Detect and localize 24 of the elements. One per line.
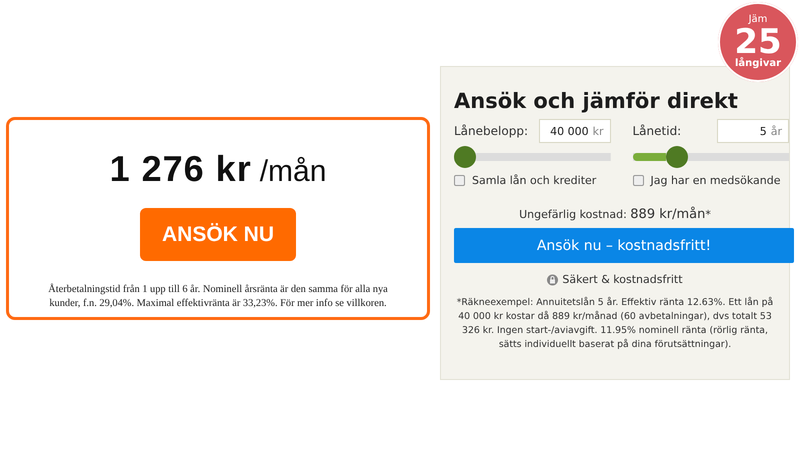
checkbox[interactable]	[454, 175, 465, 186]
example-text: *Räkneexempel: Annuitetslån 5 år. Effektiv ränta 12.63%. Ett lån på 40 000 kr kostar då 889 kr/månad (60 avbetalningar), dvs totalt 53 326 kr. Ingen start-/aviavgift. 11.95% nominell ränta (rörlig ränta, sätts individuellt baserat på dina förutsättningar).	[456, 296, 774, 352]
apply-button[interactable]: Ansök nu – kostnadsfritt!	[454, 228, 794, 263]
badge-text: långivar	[734, 59, 782, 69]
per-month-unit: /mån	[260, 155, 326, 189]
cost-label: Ungefärlig kostnad:	[519, 208, 628, 221]
badge-text: Jäm	[748, 15, 768, 25]
checkbox-label: Jag har en medsökande	[650, 174, 780, 187]
terms-text: Återbetalningstid från 1 upp till 6 år. Nominell årsränta är den samma för alla nya kunder, f.n. 29,04%. Maximal effektivränta är 33,23%. För mer info se villkoren.	[47, 283, 389, 310]
form-title: Ansök och jämför direkt	[454, 89, 738, 113]
lock-icon	[547, 274, 558, 286]
checkbox-label: Samla lån och krediter	[472, 174, 596, 187]
input-field[interactable]: 5 år	[717, 119, 789, 143]
field-label: Lånebelopp:	[454, 124, 528, 138]
checkbox[interactable]	[632, 175, 644, 186]
input-field[interactable]: 40 000 kr	[538, 119, 610, 143]
cost-value: 889 kr/mån	[630, 207, 706, 222]
monthly-amount: 1 276 kr	[110, 148, 252, 190]
slider-fill	[632, 153, 666, 161]
footnote-mark: *	[705, 208, 711, 221]
security-note: Säkert & kostnadsfritt	[562, 273, 683, 286]
slider-thumb[interactable]	[666, 146, 688, 168]
slider-thumb[interactable]	[454, 146, 476, 168]
field-label: Lånetid:	[632, 124, 682, 138]
